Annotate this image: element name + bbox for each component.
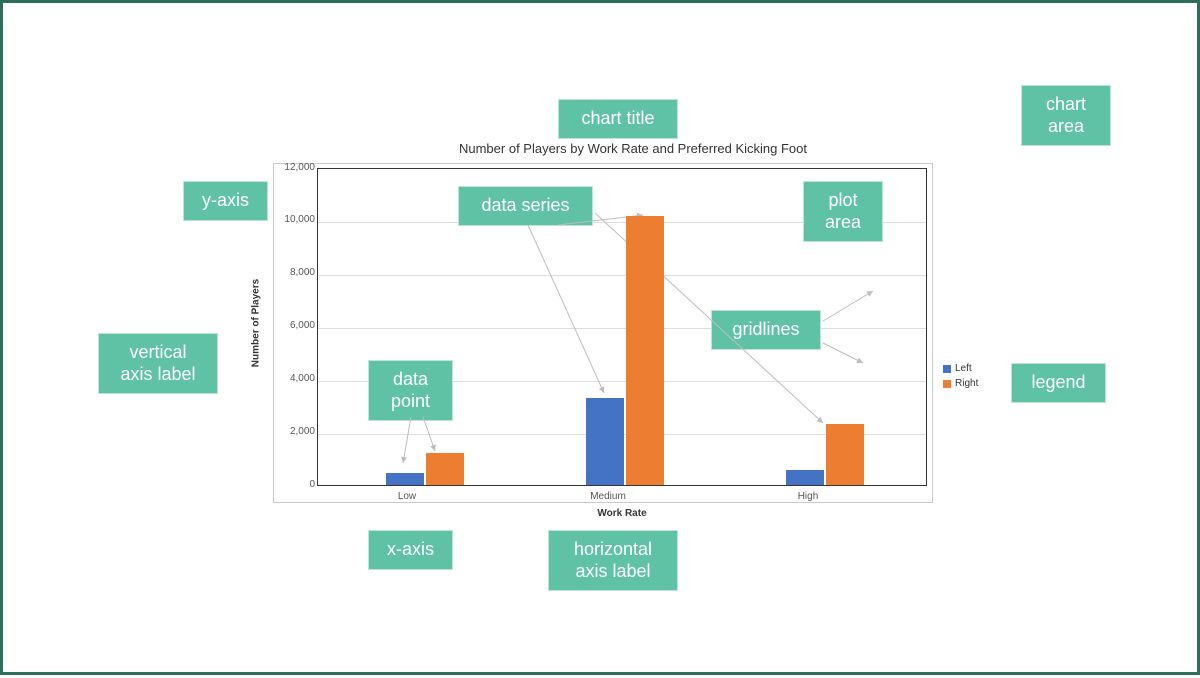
legend-label-left: Left [955, 363, 972, 374]
callout-legend: legend [1011, 363, 1106, 403]
y-tick-4: 8,000 [281, 267, 315, 278]
callout-data-point: data point [368, 360, 453, 421]
callout-vertical-axis-label: vertical axis label [98, 333, 218, 394]
legend-swatch-left [943, 365, 951, 373]
callout-gridlines: gridlines [711, 310, 821, 350]
callout-x-axis: x-axis [368, 530, 453, 570]
y-tick-3: 6,000 [281, 320, 315, 331]
legend-item-right: Right [943, 378, 978, 389]
chart-title: Number of Players by Work Rate and Prefe… [403, 141, 863, 156]
bar-high-left [786, 470, 824, 485]
x-tick-high: High [758, 491, 858, 502]
bar-medium-left [586, 398, 624, 485]
gridline [318, 275, 926, 276]
x-tick-medium: Medium [558, 491, 658, 502]
callout-plot-area: plot area [803, 181, 883, 242]
legend-swatch-right [943, 380, 951, 388]
outer-frame: Number of Players by Work Rate and Prefe… [0, 0, 1200, 675]
callout-y-axis: y-axis [183, 181, 268, 221]
legend: Left Right [943, 363, 978, 393]
x-axis-label: Work Rate [317, 508, 927, 519]
bar-medium-right [626, 216, 664, 485]
bar-high-right [826, 424, 864, 485]
callout-horizontal-axis-label: horizontal axis label [548, 530, 678, 591]
callout-data-series: data series [458, 186, 593, 226]
y-tick-2: 4,000 [281, 373, 315, 384]
y-axis-label: Number of Players [251, 279, 262, 367]
legend-item-left: Left [943, 363, 978, 374]
y-tick-6: 12,000 [281, 162, 315, 173]
bar-low-left [386, 473, 424, 485]
y-tick-5: 10,000 [281, 214, 315, 225]
callout-chart-area: chart area [1021, 85, 1111, 146]
gridline [318, 328, 926, 329]
bar-low-right [426, 453, 464, 485]
y-tick-1: 2,000 [281, 426, 315, 437]
legend-label-right: Right [955, 378, 978, 389]
x-tick-low: Low [357, 491, 457, 502]
y-tick-0: 0 [281, 479, 315, 490]
callout-chart-title: chart title [558, 99, 678, 139]
